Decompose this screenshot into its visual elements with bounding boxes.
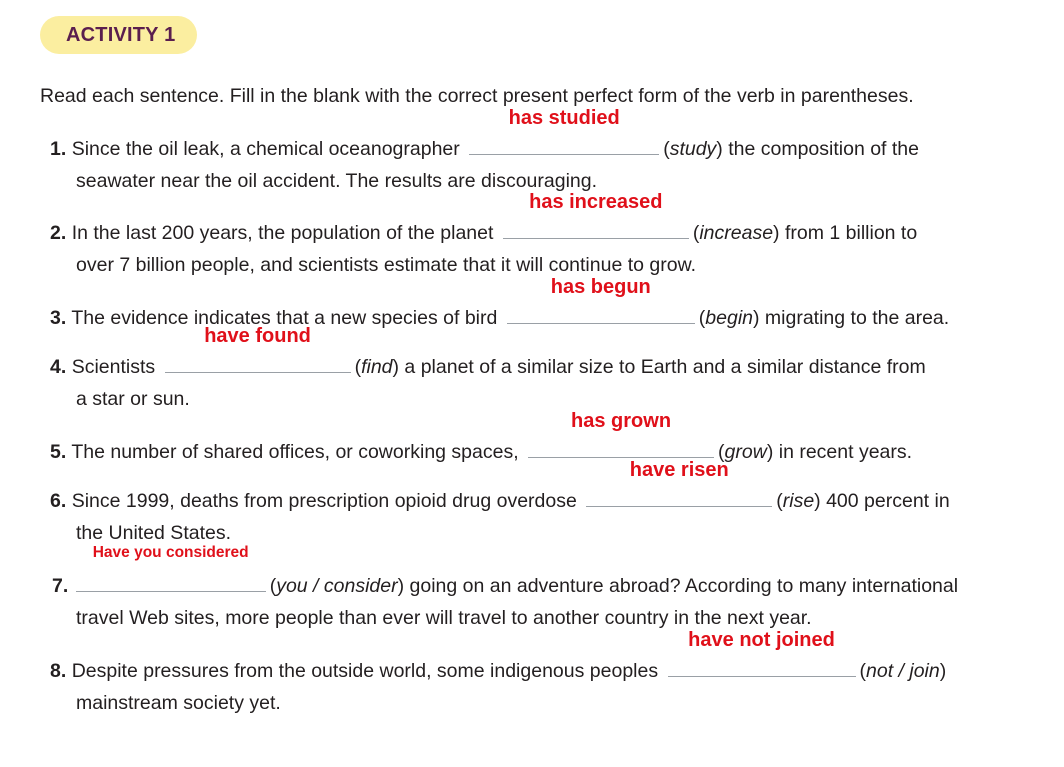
answer-text: has begun [550,276,651,298]
answer-blank[interactable]: has increased [502,191,689,239]
verb-hint: study [669,138,717,160]
item-text-after: a planet of a similar size to Earth and … [399,356,926,378]
answer-text: has grown [571,410,672,432]
item-7-line2: travel Web sites, more people than ever … [76,607,812,629]
item-6: 6. Since 1999, deaths from prescription … [50,459,950,512]
item-number: 6. [50,490,67,512]
activity-label: ACTIVITY 1 [66,24,176,46]
item-text-before: In the last 200 years, the population of… [71,222,494,244]
answer-blank[interactable]: have found [164,325,351,373]
activity-badge: ACTIVITY 1 [40,16,197,54]
answer-text: have not joined [688,629,835,651]
item-text-after: going on an adventure abroad? According … [404,575,959,597]
item-7: 7. Have you considered (you / consider) g… [52,544,959,598]
item-text-after: 400 percent in [820,490,950,512]
answer-text: have risen [629,459,729,481]
item-text-before: Scientists [71,356,156,378]
item-1: 1. Since the oil leak, a chemical oceano… [50,107,919,160]
verb-hint: rise [782,490,815,512]
item-number: 7. [52,575,69,597]
item-8-line2: mainstream society yet. [76,692,281,714]
item-text-after: in recent years. [773,441,913,463]
answer-blank[interactable]: have not joined [667,629,856,677]
item-text-before: Despite pressures from the outside world… [71,660,659,682]
answer-blank[interactable]: has grown [528,410,715,458]
item-text-before: The number of shared offices, or coworki… [71,441,519,463]
item-text-before: Since the oil leak, a chemical oceanogra… [71,138,460,160]
item-2: 2. In the last 200 years, the population… [50,191,918,244]
item-2-line2: over 7 billion people, and scientists es… [76,254,697,276]
answer-text: has studied [508,107,620,129]
answer-blank[interactable]: has studied [469,107,660,155]
answer-blank[interactable]: Have you considered [75,544,266,592]
item-number: 3. [50,307,67,329]
answer-text: Have you considered [92,544,249,561]
item-number: 1. [50,138,67,160]
item-number: 2. [50,222,67,244]
verb-hint: increase [699,222,774,244]
item-8: 8. Despite pressures from the outside wo… [50,629,947,682]
answer-text: have found [204,325,311,347]
verb-hint: not / join [866,660,940,682]
verb-hint: you / consider [276,575,398,597]
item-4: 4. Scientists have found (find) a planet … [50,325,926,378]
item-text-after: from 1 billion to [779,222,918,244]
item-text-before: Since 1999, deaths from prescription opi… [71,490,577,512]
answer-blank[interactable]: have risen [586,459,773,507]
item-number: 4. [50,356,67,378]
instructions: Read each sentence. Fill in the blank wi… [40,85,914,107]
item-text-after: migrating to the area. [759,307,950,329]
item-number: 8. [50,660,67,682]
item-text-after: the composition of the [722,138,919,160]
answer-blank[interactable]: has begun [506,276,695,324]
item-4-line2: a star or sun. [76,388,190,410]
item-number: 5. [50,441,67,463]
verb-hint: begin [705,307,753,329]
answer-text: has increased [529,191,663,213]
verb-hint: find [361,356,393,378]
item-5: 5. The number of shared offices, or cowo… [50,410,913,463]
